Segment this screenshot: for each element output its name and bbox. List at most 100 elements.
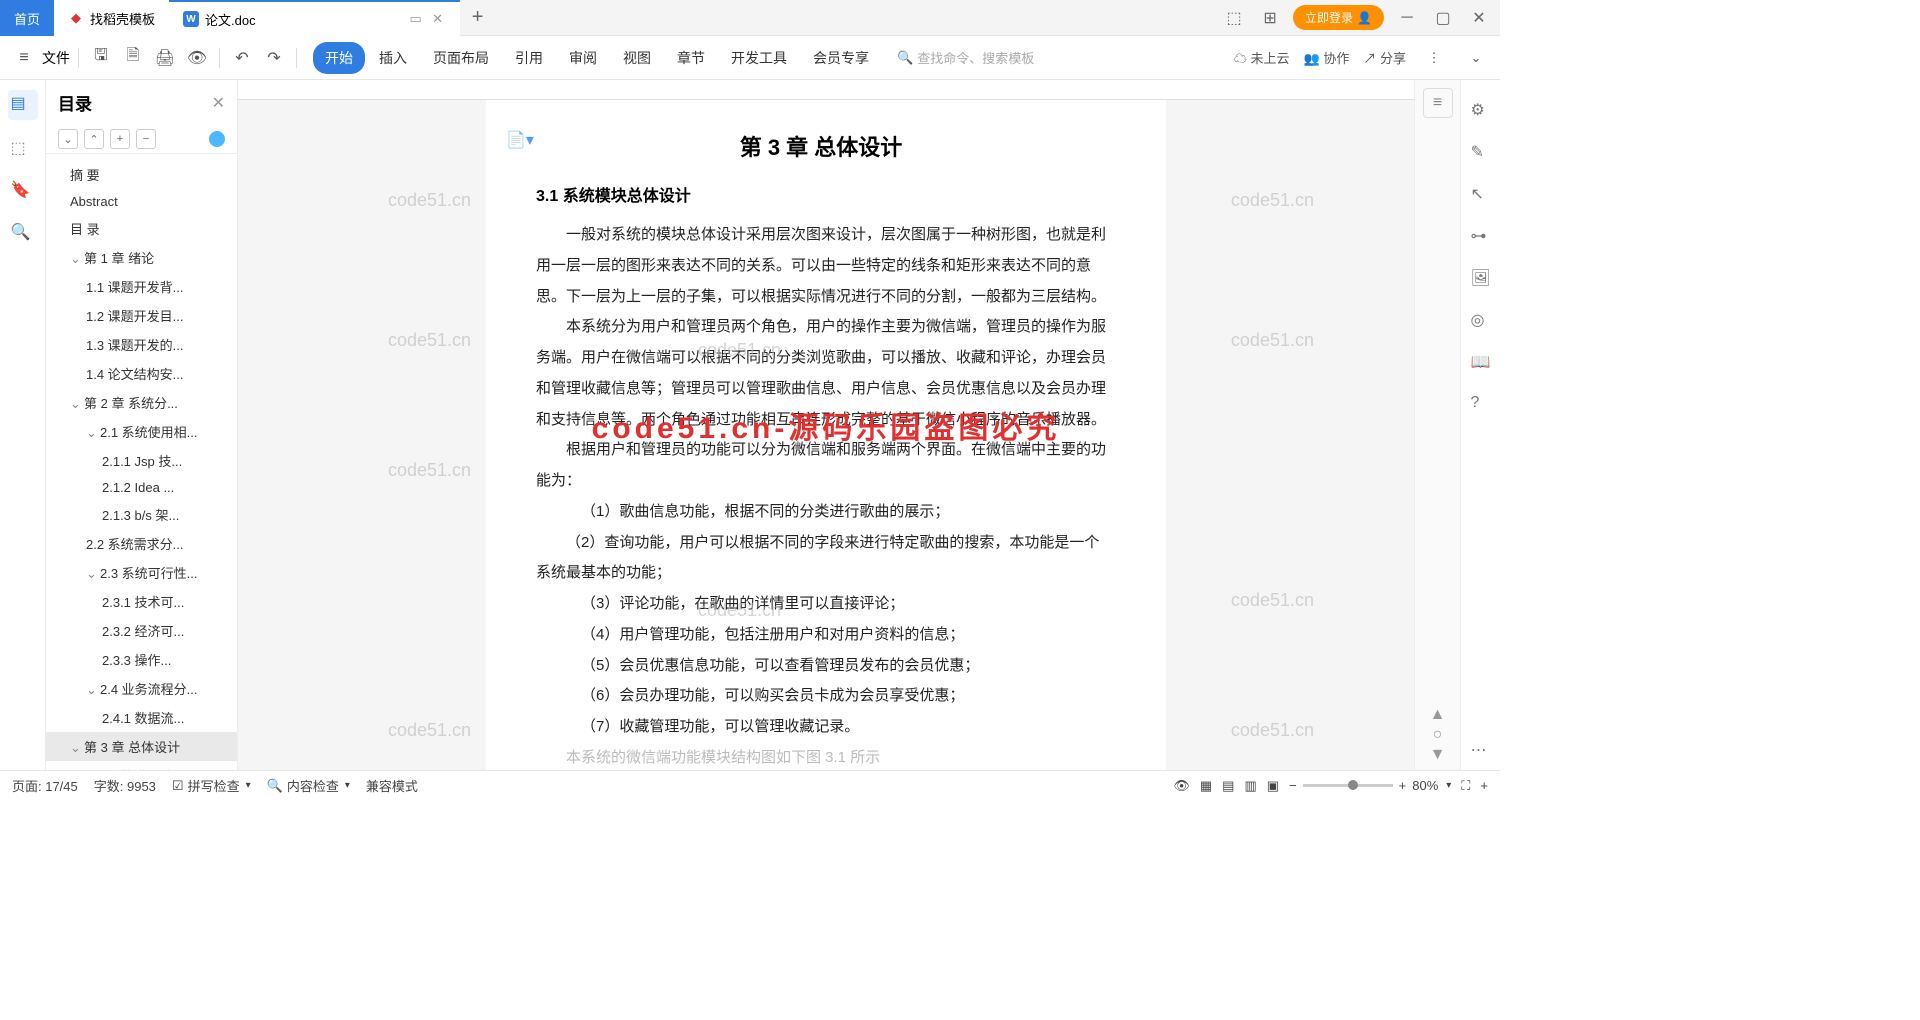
menu-member[interactable]: 会员专享: [801, 42, 881, 74]
read-icon[interactable]: 📖: [1471, 352, 1491, 372]
outline-item[interactable]: 3.1 系统模块总...: [46, 761, 237, 770]
tab-close-icon[interactable]: ✕: [430, 11, 446, 27]
outline-settings-icon[interactable]: [209, 131, 225, 147]
eye-view-icon[interactable]: 👁: [1173, 778, 1190, 794]
more-icon[interactable]: ⋮: [1420, 44, 1448, 72]
outline-item[interactable]: ⌄第 2 章 系统分...: [46, 388, 237, 417]
login-button[interactable]: 立即登录👤: [1293, 5, 1384, 30]
page-action-icon[interactable]: 📄▾: [506, 130, 534, 150]
view-read-icon[interactable]: ▣: [1267, 778, 1279, 794]
page-indicator-icon[interactable]: ○: [1433, 726, 1443, 744]
view-page-icon[interactable]: ▦: [1200, 778, 1212, 794]
outline-close-icon[interactable]: ✕: [212, 93, 225, 113]
fit-icon[interactable]: ⛶: [1461, 778, 1470, 794]
outline-item[interactable]: ⌄第 1 章 绪论: [46, 243, 237, 272]
zoom-slider[interactable]: [1303, 784, 1393, 787]
print-icon[interactable]: 🖨: [151, 44, 179, 72]
spell-check[interactable]: ☑ 拼写检查▾: [172, 776, 251, 795]
menu-layout[interactable]: 页面布局: [421, 42, 501, 74]
outline-expand-all[interactable]: ⌃: [84, 129, 104, 149]
outline-item[interactable]: 2.1.3 b/s 架...: [46, 500, 237, 529]
view-outline-icon[interactable]: ▥: [1244, 778, 1256, 794]
target-icon[interactable]: ◎: [1471, 310, 1491, 330]
maximize-icon[interactable]: ▢: [1430, 5, 1456, 31]
ruler[interactable]: [238, 80, 1414, 100]
outline-rail-icon[interactable]: ▤: [8, 90, 38, 120]
menu-start[interactable]: 开始: [313, 42, 365, 74]
outline-item[interactable]: 2.1.1 Jsp 技...: [46, 446, 237, 475]
view-web-icon[interactable]: ▤: [1222, 778, 1234, 794]
help-icon[interactable]: ?: [1471, 394, 1491, 414]
redo-icon[interactable]: ↷: [260, 44, 288, 72]
menu-view[interactable]: 视图: [611, 42, 663, 74]
outline-item[interactable]: 1.3 课题开发的...: [46, 330, 237, 359]
zoom-value[interactable]: 80%: [1412, 778, 1438, 793]
zoom-out-icon[interactable]: −: [1289, 778, 1297, 793]
compat-mode[interactable]: 兼容模式: [366, 776, 418, 795]
undo-icon[interactable]: ↶: [228, 44, 256, 72]
outline-item[interactable]: ⌄2.4 业务流程分...: [46, 674, 237, 703]
collapse-icon[interactable]: ⌄: [1462, 44, 1490, 72]
menu-chapter[interactable]: 章节: [665, 42, 717, 74]
close-icon[interactable]: ✕: [1466, 5, 1492, 31]
outline-remove[interactable]: −: [136, 129, 156, 149]
content-check[interactable]: 🔍 内容检查▾: [267, 776, 350, 795]
outline-item[interactable]: ⌄2.1 系统使用相...: [46, 417, 237, 446]
outline-add[interactable]: +: [110, 129, 130, 149]
tab-document[interactable]: W 论文.doc ▭ ✕: [169, 0, 460, 36]
menu-icon[interactable]: ≡: [10, 44, 38, 72]
outline-item[interactable]: 1.4 论文结构安...: [46, 359, 237, 388]
outline-item[interactable]: 目 录: [46, 214, 237, 243]
share-button[interactable]: ↗ 分享: [1363, 48, 1406, 67]
scroll-up-icon[interactable]: ▲: [1430, 706, 1446, 724]
outline-item[interactable]: 2.1.2 Idea ...: [46, 475, 237, 500]
outline-item[interactable]: 1.2 课题开发目...: [46, 301, 237, 330]
cloud-status[interactable]: ☁ 未上云: [1234, 48, 1290, 67]
outline-item[interactable]: 1.1 课题开发背...: [46, 272, 237, 301]
tab-window-icon[interactable]: ▭: [408, 11, 424, 27]
file-menu[interactable]: 文件: [42, 48, 70, 68]
menu-dev[interactable]: 开发工具: [719, 42, 799, 74]
search-rail-icon[interactable]: 🔍: [11, 222, 35, 246]
outline-item[interactable]: ⌄2.3 系统可行性...: [46, 558, 237, 587]
apps-icon[interactable]: ⊞: [1257, 5, 1283, 31]
tab-template[interactable]: ◆ 找稻壳模板: [54, 0, 169, 36]
menu-reference[interactable]: 引用: [503, 42, 555, 74]
right-panel-toggle[interactable]: ≡: [1423, 88, 1453, 118]
tab-home[interactable]: 首页: [0, 0, 54, 36]
adjust-icon[interactable]: ⊶: [1471, 226, 1491, 246]
outline-item[interactable]: 摘 要: [46, 160, 237, 189]
outline-item[interactable]: 2.4.1 数据流...: [46, 703, 237, 732]
cursor-icon[interactable]: ↖: [1471, 184, 1491, 204]
structure-rail-icon[interactable]: ⬚: [11, 138, 35, 162]
zoom-in-icon[interactable]: +: [1399, 778, 1407, 793]
add-view-icon[interactable]: +: [1480, 778, 1488, 793]
document-page[interactable]: 📄▾ 第 3 章 总体设计 3.1 系统模块总体设计 一般对系统的模块总体设计采…: [486, 100, 1166, 770]
preview-icon[interactable]: 👁: [183, 44, 211, 72]
scroll-down-icon[interactable]: ▼: [1430, 746, 1446, 764]
minimize-icon[interactable]: ─: [1394, 5, 1420, 31]
command-search[interactable]: 🔍 查找命令、搜索模板: [897, 48, 1034, 67]
save-icon[interactable]: 🖫: [87, 44, 115, 72]
word-count[interactable]: 字数: 9953: [94, 776, 156, 795]
settings-icon[interactable]: ⚙: [1471, 100, 1491, 120]
bookmark-rail-icon[interactable]: 🔖: [11, 180, 35, 204]
collab-button[interactable]: 👥 协作: [1304, 48, 1350, 67]
more-tools-icon[interactable]: ⋯: [1471, 740, 1491, 760]
outline-item[interactable]: Abstract: [46, 189, 237, 214]
menu-insert[interactable]: 插入: [367, 42, 419, 74]
pen-icon[interactable]: ✎: [1471, 142, 1491, 162]
word-icon: W: [183, 11, 199, 27]
outline-item[interactable]: ⌄第 3 章 总体设计: [46, 732, 237, 761]
outline-item[interactable]: 2.2 系统需求分...: [46, 529, 237, 558]
outline-item[interactable]: 2.3.3 操作...: [46, 645, 237, 674]
save-as-icon[interactable]: 🗎: [119, 44, 147, 72]
menu-review[interactable]: 审阅: [557, 42, 609, 74]
page-status[interactable]: 页面: 17/45: [12, 776, 78, 795]
outline-collapse-all[interactable]: ⌄: [58, 129, 78, 149]
outline-item[interactable]: 2.3.2 经济可...: [46, 616, 237, 645]
outline-item[interactable]: 2.3.1 技术可...: [46, 587, 237, 616]
image-icon[interactable]: 🖼: [1471, 268, 1491, 288]
layout-icon[interactable]: ⬚: [1221, 5, 1247, 31]
new-tab-button[interactable]: +: [460, 0, 496, 35]
